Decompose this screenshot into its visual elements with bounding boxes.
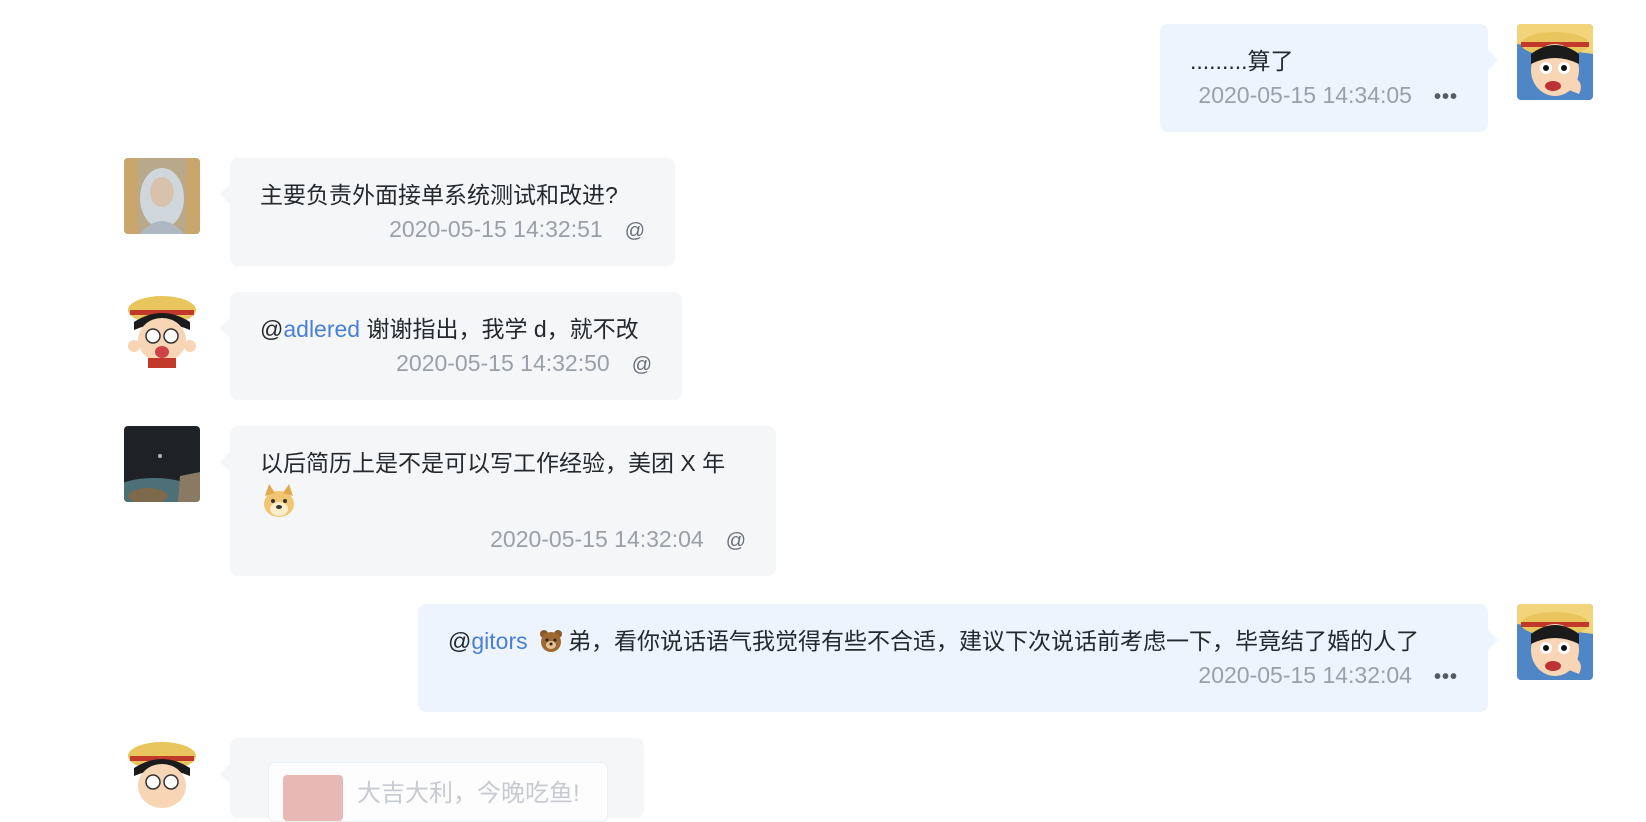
message-meta: 2020-05-15 14:32:04 @	[260, 522, 746, 558]
message-body: 谢谢指出，我学 d，就不改	[366, 316, 639, 342]
luffy-avatar-icon	[124, 292, 200, 368]
more-options-icon[interactable]: •••	[1434, 86, 1458, 108]
message-bubble: 以后简历上是不是可以写工作经验，美团 X 年 2020-05-15 14:32:…	[220, 426, 776, 576]
emoji-line	[260, 482, 746, 522]
avatar-user[interactable]	[124, 158, 200, 234]
message-bubble: @gitors 弟，看你说话语气我觉得有些不合适，建议下次说话前考虑一下，毕竟结…	[418, 604, 1498, 712]
mention-link[interactable]: adlered	[283, 316, 360, 342]
user-photo-icon	[124, 158, 200, 234]
red-packet-card[interactable]: 大吉大利，今晚吃鱼!	[268, 762, 608, 822]
message-bubble: 主要负责外面接单系统测试和改进? 2020-05-15 14:32:51 @	[220, 158, 675, 266]
message-text: 主要负责外面接单系统测试和改进?	[260, 182, 618, 208]
reply-at-button[interactable]: @	[625, 220, 645, 242]
bear-emoji-icon	[540, 629, 562, 652]
at-symbol: @	[448, 628, 472, 654]
more-options-icon[interactable]: •••	[1434, 666, 1458, 688]
mention-link[interactable]: gitors	[471, 628, 527, 654]
message-time: 2020-05-15 14:32:51	[389, 216, 603, 242]
luffy-avatar-icon	[1517, 604, 1593, 680]
avatar-self[interactable]	[1517, 604, 1593, 680]
luffy-avatar-icon	[124, 738, 200, 814]
message-time: 2020-05-15 14:32:04	[1198, 662, 1412, 688]
message-meta: 2020-05-15 14:34:05 •••	[1190, 78, 1458, 114]
reply-at-button[interactable]: @	[726, 530, 746, 552]
doge-emoji-icon	[264, 484, 294, 517]
avatar-user[interactable]	[124, 292, 200, 368]
reply-at-button[interactable]: @	[632, 354, 652, 376]
avatar-user[interactable]	[124, 738, 200, 814]
message-text: .........算了	[1190, 48, 1294, 74]
avatar-self[interactable]	[1517, 24, 1593, 100]
message-time: 2020-05-15 14:32:04	[490, 526, 704, 552]
message-text: @adlered 谢谢指出，我学 d，就不改	[260, 312, 652, 346]
message-meta: 2020-05-15 14:32:04 •••	[448, 658, 1458, 694]
red-packet-text: 大吉大利，今晚吃鱼!	[357, 780, 580, 807]
message-time: 2020-05-15 14:32:50	[396, 350, 610, 376]
message-text: @gitors 弟，看你说话语气我觉得有些不合适，建议下次说话前考虑一下，毕竟结…	[448, 624, 1458, 658]
message-meta: 2020-05-15 14:32:50 @	[260, 346, 652, 382]
earth-photo-icon	[124, 426, 200, 502]
message-bubble: .........算了 2020-05-15 14:34:05 •••	[1160, 24, 1498, 132]
message-body: 弟，看你说话语气我觉得有些不合适，建议下次说话前考虑一下，毕竟结了婚的人了	[568, 628, 1419, 654]
message-text: 以后简历上是不是可以写工作经验，美团 X 年	[260, 450, 726, 476]
at-symbol: @	[260, 316, 284, 342]
message-meta: 2020-05-15 14:32:51 @	[260, 212, 645, 248]
avatar-user[interactable]	[124, 426, 200, 502]
luffy-avatar-icon	[1517, 24, 1593, 100]
message-time: 2020-05-15 14:34:05	[1198, 82, 1412, 108]
red-envelope-icon	[283, 775, 343, 821]
message-bubble: @adlered 谢谢指出，我学 d，就不改 2020-05-15 14:32:…	[220, 292, 682, 400]
